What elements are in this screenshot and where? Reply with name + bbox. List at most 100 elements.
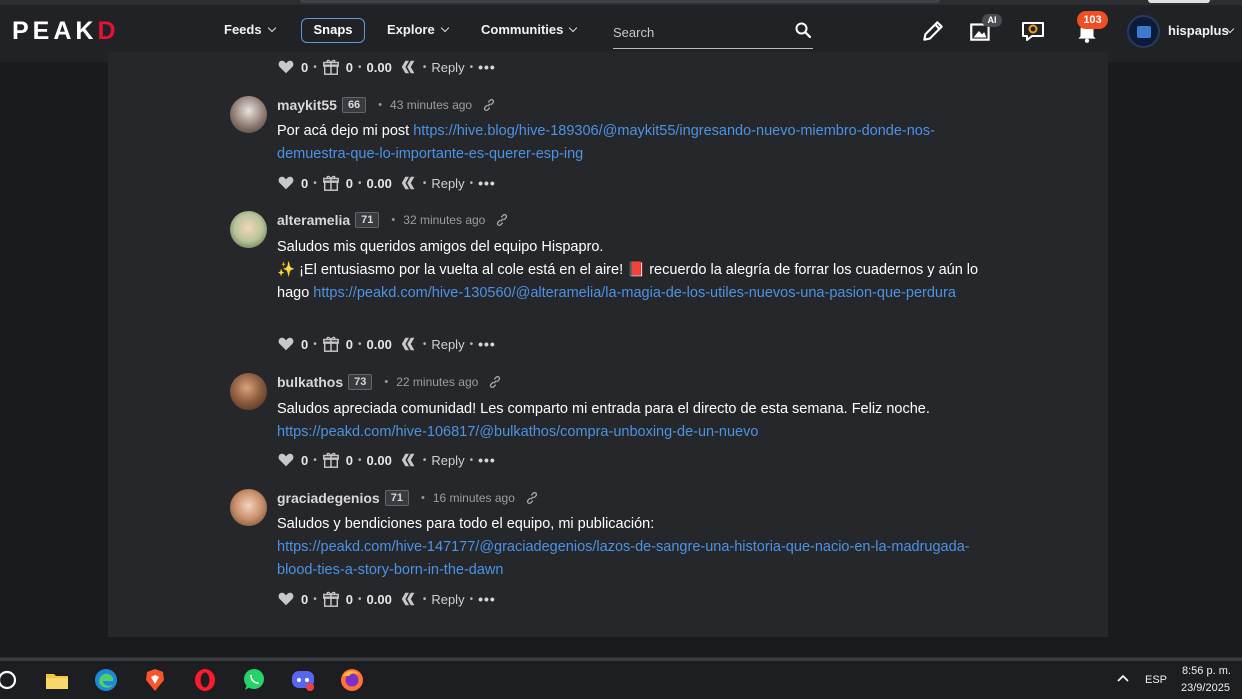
gift-icon[interactable] [322, 174, 340, 192]
hive-icon[interactable] [400, 174, 418, 192]
discord-icon[interactable] [290, 667, 316, 693]
link-icon[interactable] [488, 375, 502, 389]
more-options-button[interactable]: ••• [478, 591, 496, 607]
nav-snaps-button[interactable]: Snaps [301, 18, 365, 43]
comment-header: bulkathos 73 • 22 minutes ago [277, 371, 502, 393]
comment-text: ¡El entusiasmo por la vuelta al cole est… [295, 262, 628, 278]
ai-badge: AI [982, 14, 1002, 27]
more-options-button[interactable]: ••• [478, 59, 496, 75]
comment-body: Saludos apreciada comunidad! Les compart… [277, 398, 997, 444]
hive-icon[interactable] [400, 58, 418, 76]
reply-button[interactable]: Reply [431, 592, 464, 607]
avatar[interactable] [230, 211, 267, 248]
avatar[interactable] [230, 373, 267, 410]
edge-browser-icon[interactable] [93, 667, 119, 693]
link-icon[interactable] [525, 491, 539, 505]
user-menu-name[interactable]: hispaplus [1168, 23, 1229, 38]
hive-icon[interactable] [400, 451, 418, 469]
opera-browser-icon[interactable] [192, 667, 218, 693]
hive-icon[interactable] [400, 590, 418, 608]
comments-panel: 0 • 0 • 0.00 • Reply • ••• maykit55 66 •… [108, 52, 1108, 637]
comment-text: Por acá dejo mi post [277, 123, 414, 139]
firefox-icon[interactable] [339, 667, 365, 693]
reply-button[interactable]: Reply [431, 60, 464, 75]
chevron-down-icon [569, 23, 578, 33]
brave-browser-icon[interactable] [142, 667, 168, 693]
comment-author[interactable]: graciadegenios [277, 490, 380, 506]
search-circle-icon[interactable] [0, 667, 20, 693]
link-icon[interactable] [482, 98, 496, 112]
comment-text: Saludos apreciada comunidad! Les compart… [277, 401, 930, 417]
comment-link[interactable]: https://peakd.com/hive-106817/@bulkathos… [277, 424, 758, 440]
comment-text: Saludos y bendiciones para todo el equip… [277, 516, 655, 532]
gift-icon[interactable] [322, 58, 340, 76]
gift-icon[interactable] [322, 335, 340, 353]
reply-button[interactable]: Reply [431, 176, 464, 191]
browser-edge [0, 0, 1242, 5]
comment-actions: 0 • 0 • 0.00 • Reply • ••• [277, 334, 496, 354]
reputation-badge: 71 [384, 490, 409, 506]
clock-date[interactable]: 23/9/2025 [1181, 682, 1230, 694]
tip-count: 0 [345, 59, 353, 75]
tip-count: 0 [345, 175, 353, 191]
comment-body: Por acá dejo mi post https://hive.blog/h… [277, 120, 997, 166]
comment-author[interactable]: alteramelia [277, 212, 350, 228]
pencil-icon[interactable] [920, 18, 946, 44]
more-options-button[interactable]: ••• [478, 452, 496, 468]
search-icon[interactable] [795, 22, 811, 38]
nav-feeds[interactable]: Feeds [224, 22, 276, 37]
clock-time[interactable]: 8:56 p. m. [1182, 665, 1231, 677]
user-avatar[interactable] [1127, 15, 1160, 48]
link-icon[interactable] [495, 213, 509, 227]
reply-button[interactable]: Reply [431, 453, 464, 468]
peakd-logo[interactable]: PEAKD [12, 17, 120, 46]
whatsapp-icon[interactable] [241, 667, 267, 693]
comment-author[interactable]: maykit55 [277, 97, 337, 113]
avatar[interactable] [230, 489, 267, 526]
comment-actions: 0 • 0 • 0.00 • Reply • ••• [277, 57, 496, 77]
comment-body: Saludos y bendiciones para todo el equip… [277, 513, 997, 582]
nav-communities[interactable]: Communities [481, 22, 578, 37]
chat-icon[interactable] [1020, 18, 1046, 44]
comment-actions: 0 • 0 • 0.00 • Reply • ••• [277, 173, 496, 193]
comment-time[interactable]: 22 minutes ago [396, 375, 478, 389]
comment-author[interactable]: bulkathos [277, 374, 343, 390]
avatar[interactable] [230, 96, 267, 133]
language-indicator[interactable]: ESP [1145, 674, 1167, 686]
payout-amount: 0.00 [366, 591, 392, 607]
comment-time[interactable]: 16 minutes ago [433, 491, 515, 505]
notification-count-badge: 103 [1077, 11, 1108, 29]
vote-count: 0 [301, 59, 309, 75]
comment-time[interactable]: 32 minutes ago [403, 213, 485, 227]
gift-icon[interactable] [322, 590, 340, 608]
tip-count: 0 [345, 336, 353, 352]
nav-explore[interactable]: Explore [387, 22, 449, 37]
hive-icon[interactable] [400, 335, 418, 353]
comment-header: graciadegenios 71 • 16 minutes ago [277, 487, 539, 509]
taskbar-divider [0, 658, 1242, 661]
comment-actions: 0 • 0 • 0.00 • Reply • ••• [277, 589, 496, 609]
heart-icon[interactable] [277, 590, 295, 608]
more-options-button[interactable]: ••• [478, 175, 496, 191]
more-options-button[interactable]: ••• [478, 336, 496, 352]
heart-icon[interactable] [277, 174, 295, 192]
tip-count: 0 [345, 452, 353, 468]
reply-button[interactable]: Reply [431, 337, 464, 352]
payout-amount: 0.00 [366, 452, 392, 468]
heart-icon[interactable] [277, 451, 295, 469]
comment-link[interactable]: https://peakd.com/hive-130560/@alteramel… [313, 285, 956, 301]
file-explorer-icon[interactable] [44, 667, 70, 693]
payout-amount: 0.00 [366, 175, 392, 191]
heart-icon[interactable] [277, 58, 295, 76]
comment-time[interactable]: 43 minutes ago [390, 98, 472, 112]
reputation-badge: 73 [348, 374, 373, 390]
search-box[interactable] [613, 18, 813, 49]
comment-link[interactable]: https://peakd.com/hive-147177/@graciadeg… [277, 539, 970, 578]
comment-header: alteramelia 71 • 32 minutes ago [277, 209, 509, 231]
search-input[interactable] [613, 22, 783, 42]
gift-icon[interactable] [322, 451, 340, 469]
vote-count: 0 [301, 175, 309, 191]
heart-icon[interactable] [277, 335, 295, 353]
chevron-up-icon[interactable] [1114, 670, 1132, 688]
chevron-down-icon [267, 23, 276, 33]
